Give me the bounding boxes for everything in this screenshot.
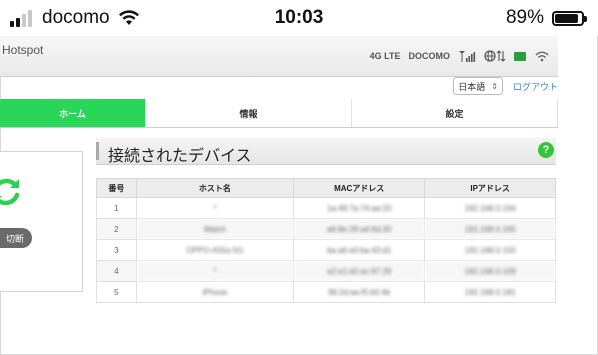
row-number: 3: [96, 239, 137, 261]
left-panel: 切断: [0, 151, 83, 292]
globe-data-icon: [484, 50, 506, 62]
operator-name: DOCOMO: [408, 51, 451, 61]
row-number: 5: [96, 281, 137, 303]
row-hostname: *: [135, 260, 295, 282]
antenna-signal-icon: [459, 50, 476, 62]
col-ip: IPアドレス: [424, 178, 556, 198]
row-mac: a6:8e:29:a4:6d:30: [293, 218, 426, 240]
col-mac: MACアドレス: [293, 178, 426, 198]
devices-table: 番号 ホスト名 MACアドレス IPアドレス 1 * 1a:49:7a:74:a…: [96, 178, 556, 303]
row-ip: 192.168.0.150: [424, 239, 556, 261]
lang-row: 日本語 ⇕ ログアウト: [453, 77, 558, 95]
row-hostname: Watch: [135, 218, 295, 240]
row-number: 1: [96, 197, 137, 219]
row-number: 4: [96, 260, 137, 282]
wifi-clients-icon: [535, 51, 549, 62]
table-row: 4 * a2:e1:d2:ac:97:29 192.168.0.109: [96, 260, 556, 282]
tab-settings[interactable]: 設定: [352, 99, 558, 127]
table-row: 5 iPhone 96:2d:ae:f5:b5:4b 192.168.0.181: [96, 281, 556, 303]
logout-link[interactable]: ログアウト: [513, 80, 558, 93]
language-select[interactable]: 日本語 ⇕: [453, 77, 503, 95]
col-hostname: ホスト名: [135, 178, 295, 198]
row-hostname: *: [135, 197, 295, 219]
router-title: Hotspot: [2, 43, 44, 57]
network-type: 4G LTE: [369, 51, 401, 61]
row-ip: 192.168.0.109: [424, 260, 556, 282]
chevron-updown-icon: ⇕: [491, 81, 498, 91]
row-mac: ba:a6:e0:ba:43:d1: [293, 239, 426, 261]
status-bar: docomo 10:03 89%: [0, 0, 598, 36]
section-header: 接続されたデバイス ?: [96, 138, 556, 165]
row-mac: a2:e1:d2:ac:97:29: [293, 260, 426, 282]
sim-card-icon: [514, 51, 526, 61]
row-hostname: iPhone: [135, 281, 295, 303]
battery-percent: 89%: [505, 7, 544, 28]
row-mac: 96:2d:ae:f5:b5:4b: [293, 281, 426, 303]
row-ip: 192.168.0.181: [424, 281, 556, 303]
disconnect-button[interactable]: 切断: [0, 228, 32, 248]
language-value: 日本語: [458, 81, 486, 92]
router-header: Hotspot 4G LTE DOCOMO: [0, 36, 558, 77]
row-number: 2: [96, 218, 137, 240]
row-mac: 1a:49:7a:74:aa:20: [293, 197, 426, 219]
row-ip: 192.168.0.164: [424, 197, 556, 219]
table-row: 3 OPPO-A55s-5G ba:a6:e0:ba:43:d1 192.168…: [96, 239, 556, 261]
row-hostname: OPPO-A55s-5G: [135, 239, 295, 261]
section-title: 接続されたデバイス: [108, 148, 252, 165]
main-tabs: ホーム 情報 設定: [0, 99, 558, 128]
section-accent: [96, 142, 99, 160]
table-header-row: 番号 ホスト名 MACアドレス IPアドレス: [96, 178, 556, 198]
table-row: 2 Watch a6:8e:29:a4:6d:30 192.168.0.165: [96, 218, 556, 240]
router-status-icons: 4G LTE DOCOMO: [362, 50, 550, 62]
col-number: 番号: [96, 178, 137, 198]
status-right: 89%: [505, 7, 587, 29]
table-row: 1 * 1a:49:7a:74:aa:20 192.168.0.164: [96, 197, 556, 219]
tab-info[interactable]: 情報: [146, 99, 352, 127]
tab-home[interactable]: ホーム: [0, 99, 146, 127]
battery-icon: [552, 10, 587, 26]
row-ip: 192.168.0.165: [424, 218, 556, 240]
refresh-icon[interactable]: [0, 174, 24, 210]
help-icon[interactable]: ?: [538, 142, 554, 158]
